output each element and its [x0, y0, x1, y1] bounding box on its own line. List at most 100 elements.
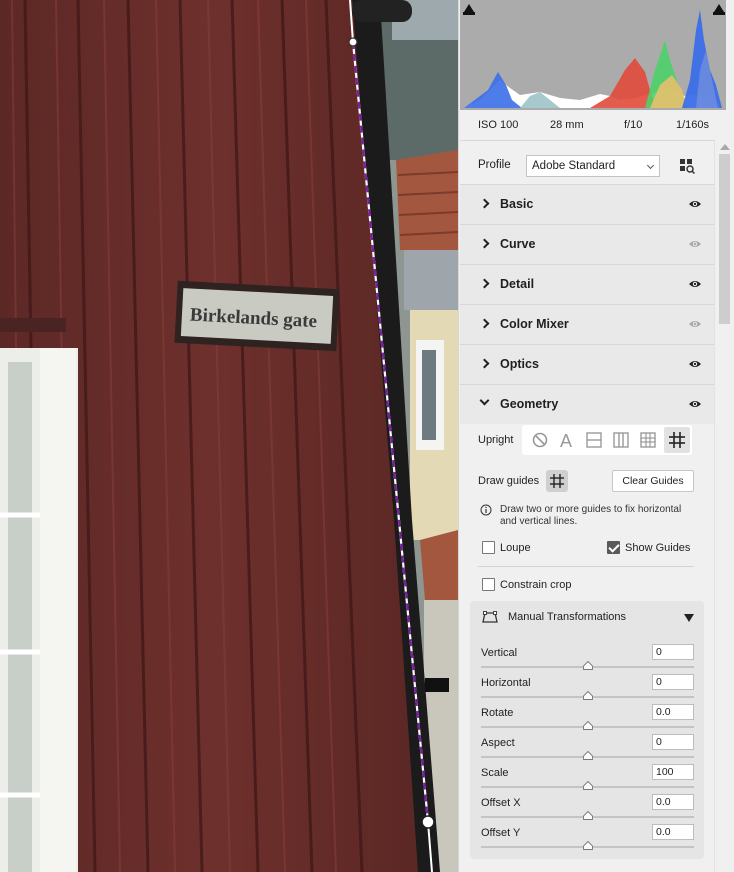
chevron-right-icon [479, 358, 490, 369]
upright-auto-icon[interactable]: A [557, 430, 577, 450]
upright-guided-button[interactable] [664, 427, 690, 453]
slider-aspect: Aspect 0 [470, 734, 704, 764]
slider-label: Scale [481, 767, 509, 779]
section-basic[interactable]: Basic [460, 184, 714, 224]
street-sign: Birkelands gate [174, 280, 340, 352]
guide-handle-top [348, 37, 358, 47]
photo-canvas[interactable]: Birkelands gate [0, 0, 458, 872]
upright-level-icon[interactable] [584, 430, 604, 450]
profile-label: Profile [478, 159, 511, 171]
profile-row: Profile Adobe Standard [460, 140, 714, 184]
slider-offset-y: Offset Y 0.0 [470, 824, 704, 854]
slider-offset-x: Offset X 0.0 [470, 794, 704, 824]
section-detail[interactable]: Detail [460, 264, 714, 304]
draw-guides-label: Draw guides [478, 475, 540, 487]
slider-thumb[interactable] [582, 691, 593, 700]
photo-image: Birkelands gate [0, 0, 458, 872]
eye-icon[interactable] [688, 359, 702, 369]
section-title: Geometry [500, 397, 559, 411]
slider-value-input[interactable]: 0.0 [652, 794, 694, 810]
upright-modes: A [522, 425, 692, 455]
slider-label: Horizontal [481, 677, 531, 689]
chevron-down-icon [479, 395, 490, 406]
eye-icon[interactable] [688, 319, 702, 329]
guide-tool-icon [550, 474, 564, 488]
slider-value-input[interactable]: 100 [652, 764, 694, 780]
eye-icon[interactable] [688, 199, 702, 209]
slider-value-input[interactable]: 0 [652, 674, 694, 690]
geometry-panel: Upright A Draw guides Clear Guides Draw … [460, 424, 714, 872]
slider-label: Offset X [481, 797, 521, 809]
clear-guides-button[interactable]: Clear Guides [612, 470, 694, 492]
section-title: Optics [500, 357, 539, 371]
draw-guides-button[interactable] [546, 470, 568, 492]
transform-icon [482, 611, 498, 623]
loupe-checkbox[interactable] [482, 541, 495, 554]
manual-transformations-title: Manual Transformations [508, 611, 626, 623]
section-title: Color Mixer [500, 317, 569, 331]
chevron-down-icon [646, 161, 655, 170]
profile-value: Adobe Standard [532, 160, 616, 172]
slider-rotate: Rotate 0.0 [470, 704, 704, 734]
svg-text:A: A [560, 431, 572, 450]
shadow-clipping-icon[interactable] [462, 2, 476, 16]
slider-label: Vertical [481, 647, 518, 659]
section-title: Detail [500, 277, 535, 291]
panel-scrollbar[interactable] [714, 140, 734, 872]
aperture-value: f/10 [624, 119, 643, 131]
slider-label: Rotate [481, 707, 514, 719]
highlight-clipping-icon[interactable] [712, 2, 726, 16]
section-title: Curve [500, 237, 536, 251]
iso-value: ISO 100 [478, 119, 519, 131]
profile-browser-icon[interactable] [679, 158, 696, 175]
histogram [460, 0, 726, 110]
upright-vertical-icon[interactable] [611, 430, 631, 450]
section-title: Basic [500, 197, 534, 211]
upright-guided-icon [669, 432, 685, 448]
slider-label: Aspect [481, 737, 515, 749]
info-text: Draw two or more guides to fix horizonta… [500, 504, 682, 527]
slider-thumb[interactable] [582, 841, 593, 850]
slider-label: Offset Y [481, 827, 521, 839]
slider-thumb[interactable] [582, 781, 593, 790]
manual-transformations-header[interactable]: Manual Transformations [470, 601, 704, 631]
upright-label: Upright [478, 434, 514, 446]
slider-value-input[interactable]: 0.0 [652, 824, 694, 840]
upright-off-icon[interactable] [530, 430, 550, 450]
chevron-right-icon [479, 238, 490, 249]
section-curve[interactable]: Curve [460, 224, 714, 264]
section-optics[interactable]: Optics [460, 344, 714, 384]
section-color-mixer[interactable]: Color Mixer [460, 304, 714, 344]
slider-value-input[interactable]: 0.0 [652, 704, 694, 720]
slider-value-input[interactable]: 0 [652, 644, 694, 660]
shutter-value: 1/160s [676, 119, 710, 131]
exif-info: ISO 100 28 mm f/10 1/160s [460, 110, 714, 140]
chevron-right-icon [479, 278, 490, 289]
slider-scale: Scale 100 [470, 764, 704, 794]
eye-icon[interactable] [688, 279, 702, 289]
constrain-crop-checkbox[interactable] [482, 578, 495, 591]
focal-length-value: 28 mm [550, 119, 584, 131]
scroll-thumb[interactable] [719, 154, 730, 324]
eye-icon[interactable] [688, 399, 702, 409]
slider-thumb[interactable] [582, 721, 593, 730]
show-guides-checkbox[interactable] [607, 541, 620, 554]
show-guides-label: Show Guides [625, 542, 691, 554]
collapse-triangle-icon[interactable] [684, 614, 694, 622]
scroll-up-icon[interactable] [720, 144, 730, 150]
slider-value-input[interactable]: 0 [652, 734, 694, 750]
eye-icon[interactable] [688, 239, 702, 249]
slider-vertical: Vertical 0 [470, 644, 704, 674]
divider [478, 566, 694, 567]
profile-select[interactable]: Adobe Standard [526, 155, 660, 177]
loupe-label: Loupe [500, 542, 531, 554]
info-icon [480, 504, 492, 516]
chevron-right-icon [479, 198, 490, 209]
section-geometry[interactable]: Geometry [460, 384, 714, 424]
slider-thumb[interactable] [582, 811, 593, 820]
slider-thumb[interactable] [582, 661, 593, 670]
slider-horizontal: Horizontal 0 [470, 674, 704, 704]
slider-thumb[interactable] [582, 751, 593, 760]
upright-full-icon[interactable] [638, 430, 658, 450]
constrain-crop-label: Constrain crop [500, 579, 572, 591]
